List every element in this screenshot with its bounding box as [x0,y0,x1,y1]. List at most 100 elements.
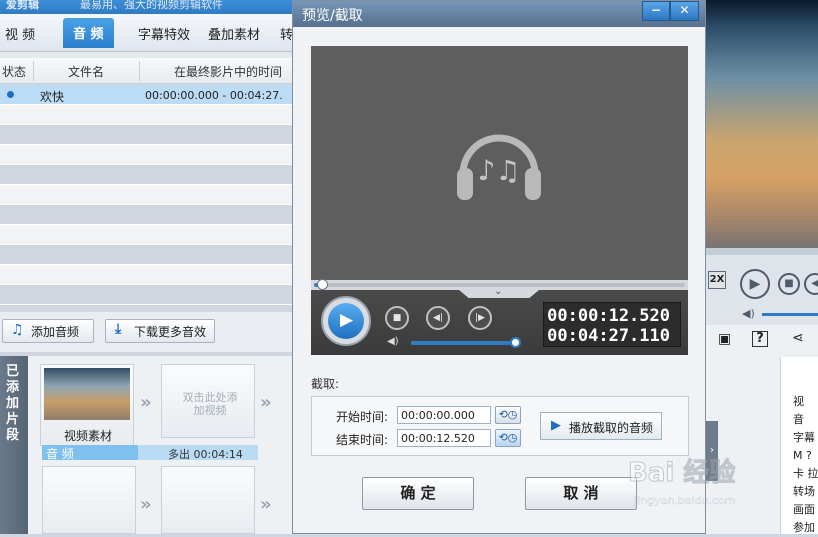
save-icon[interactable]: ▣ [718,331,731,347]
tab-overlay-material[interactable]: 叠加素材 [208,24,260,43]
list-item: 转场 [793,485,815,498]
col-filename[interactable]: 文件名 [68,63,104,80]
preview-controls: 2X ▶ ■ ◀ ◀) [706,255,818,325]
tab-video[interactable]: 视 频 [5,24,35,43]
list-item: 画面 [793,503,815,516]
list-item [0,105,300,125]
main-tab-bar: 视 频 音 频 字幕特效 叠加素材 转 [0,14,300,52]
volume-icon[interactable]: ◀) [742,307,755,320]
app-slogan: 最易用、强大的视频剪辑软件 [80,0,223,11]
close-button[interactable]: ✕ [670,1,699,21]
list-item: 卡 拉 [793,467,818,480]
chevron-right-icon: » [140,392,152,413]
added-clips-label: 已添加片段 [6,364,20,443]
column-divider [33,61,34,81]
player-controls: ⌄ ▶ ■ ◀| |▶ ◀) 00:00:12.520 00:04:27.110 [311,286,688,355]
set-end-time-icon[interactable]: ⟲◷ [495,429,521,447]
list-item [0,205,300,225]
cut-section-label: 截取: [311,377,340,391]
end-time-label: 结束时间: [336,433,389,447]
clip-thumbnail-image [44,368,130,420]
baidu-watermark: Bai 经验 jingyan.baidu.com [627,452,778,512]
download-more-effects-button[interactable]: ⤓ 下载更多音效 [105,319,215,343]
col-time[interactable]: 在最终影片中的时间 [174,63,282,80]
clip-label: 视频素材 [64,429,113,443]
add-audio-label: 添加音频 [31,325,80,339]
next-frame-icon[interactable]: |▶ [468,306,492,330]
volume-slider[interactable] [762,313,818,316]
total-time: 00:04:27.110 [547,326,670,346]
cut-section: 开始时间: ⟲◷ 结束时间: ⟲◷ ▶ 播放截取的音频 [311,396,689,456]
chevron-right-icon: » [140,494,152,515]
chevron-right-icon: » [260,392,272,413]
placeholder-text: 双击此处添加视频 [182,391,238,417]
tab-subtitle-effects[interactable]: 字幕特效 [138,24,190,43]
help-icon[interactable]: ? [752,331,768,347]
previous-frame-icon[interactable]: ◀| [426,306,450,330]
col-status[interactable]: 状态 [2,63,26,80]
preview-video-frame [706,0,818,255]
cancel-button[interactable]: 取 消 [525,477,637,510]
list-item: M ? [793,449,812,462]
play-cut-audio-button[interactable]: ▶ 播放截取的音频 [540,412,662,440]
audio-time-range: 00:00:00.000 - 00:04:27. [145,89,283,102]
headphones-music-icon: ♪♫ [457,134,541,200]
added-clips-sidebar: 已添加片段 [0,356,28,534]
current-time: 00:00:12.520 [547,306,670,326]
list-item [0,245,300,265]
share-icon[interactable]: ⋖ [792,330,804,346]
stop-icon[interactable]: ■ [385,306,409,330]
add-video-placeholder[interactable]: 双击此处添加视频 [161,364,255,438]
status-dot-icon [7,91,14,98]
play-cut-audio-label: 播放截取的音频 [569,421,654,435]
speed-button[interactable]: 2X [708,271,726,289]
list-item [0,125,300,145]
list-item [0,265,300,285]
start-time-input[interactable] [397,406,491,424]
empty-clip-slot [42,466,136,534]
list-item: 参加 [793,521,815,534]
chevron-down-icon[interactable]: ⌄ [494,286,502,297]
end-time-input[interactable] [397,429,491,447]
set-start-time-icon[interactable]: ⟲◷ [495,406,521,424]
audio-overflow-bar: 多出 00:04:14 [138,445,258,461]
stop-icon[interactable]: ■ [778,273,800,295]
list-item [0,165,300,185]
audio-list: 欢快 00:00:00.000 - 00:04:27. [0,85,300,307]
play-icon[interactable]: ▶ [740,269,770,299]
added-clips-area: 视频素材 » 双击此处添加视频 » 音 频 多出 00:04:14 » » [28,356,292,534]
list-item: 字幕 [793,431,815,444]
list-item [0,285,300,305]
video-clip-thumbnail[interactable]: 视频素材 [40,364,134,446]
audio-track-bar[interactable]: 音 频 [42,445,138,461]
preview-seek-bar[interactable] [706,248,818,255]
download-more-label: 下载更多音效 [134,325,207,339]
dialog-title-bar[interactable]: 预览/截取 − ✕ [293,1,705,27]
list-item[interactable]: 欢快 00:00:00.000 - 00:04:27. [0,85,300,105]
previous-icon[interactable]: ◀ [804,273,818,295]
ok-button[interactable]: 确 定 [362,477,474,510]
add-audio-button[interactable]: ♫ 添加音频 [2,319,94,343]
player-screen: ♪♫ [311,46,688,280]
list-item [0,185,300,205]
list-item: 视 [793,395,804,408]
dialog-title: 预览/截取 [302,8,363,24]
right-list: 视 音 字幕 M ? 卡 拉 转场 画面 参加 [780,357,818,534]
minimize-button[interactable]: − [642,1,670,21]
right-list-items: 视 音 字幕 M ? 卡 拉 转场 画面 参加 [793,393,818,537]
column-divider [139,61,140,81]
audio-list-header: 状态 文件名 在最终影片中的时间 [0,58,300,84]
play-icon: ▶ [551,418,561,433]
audio-toolbar: ♫ 添加音频 ⤓ 下载更多音效 [0,312,300,352]
play-button[interactable]: ▶ [321,296,371,346]
seek-handle[interactable] [317,279,328,290]
svg-text:♪♫: ♪♫ [478,154,521,187]
volume-handle[interactable] [510,337,521,348]
tab-audio[interactable]: 音 频 [63,18,114,48]
time-display: 00:00:12.520 00:04:27.110 [543,302,681,347]
app-title-bar: 爱剪辑 最易用、强大的视频剪辑软件 [0,0,300,14]
play-icon: ▶ [340,310,354,330]
volume-icon[interactable]: ◀) [387,336,399,347]
audio-name: 欢快 [40,90,65,104]
audio-track-label: 音 频 [46,447,74,461]
